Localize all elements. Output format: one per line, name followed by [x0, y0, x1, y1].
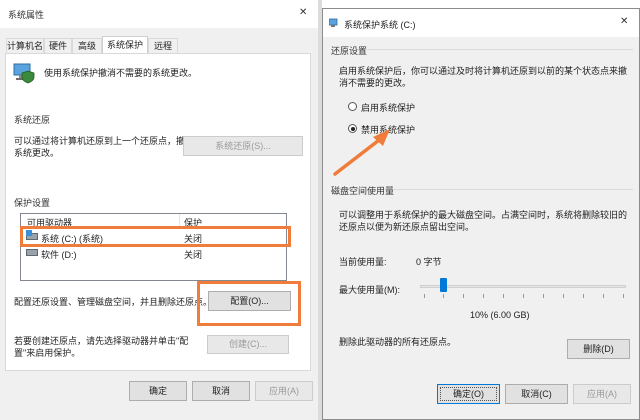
dialog-ok-button[interactable]: 确定(O) [437, 384, 500, 404]
drive-name: 软件 (D:) [41, 250, 77, 260]
apply-button[interactable]: 应用(A) [255, 381, 313, 401]
slider-tick [583, 294, 584, 298]
system-properties-window: 系统属性 ✕ 计算机名 硬件 高级 系统保护 远程 使用系统保护撤消不需要的系统… [0, 0, 318, 420]
slider-tick [623, 294, 624, 298]
annotation-arrow [333, 129, 390, 176]
drive-list: 可用驱动器 保护 系统 (C:) (系统) 关闭 软件 (D:) 关闭 [20, 213, 287, 281]
max-usage-label: 最大使用量(M): [339, 285, 400, 295]
configure-button[interactable]: 配置(O)... [208, 291, 291, 311]
delete-button[interactable]: 删除(D) [567, 339, 630, 359]
slider-thumb[interactable] [440, 278, 447, 292]
system-restore-button[interactable]: 系统还原(S)... [183, 136, 303, 156]
tab-system-protection[interactable]: 系统保护 [102, 36, 148, 54]
drive-icon [26, 249, 38, 256]
disk-usage-divider [393, 189, 633, 190]
ok-button[interactable]: 确定 [129, 381, 187, 401]
slider-tick [463, 294, 464, 298]
drive-row-d[interactable]: 软件 (D:) 关闭 [21, 246, 286, 260]
config-description: 配置还原设置、管理磁盘空间，并且删除还原点。 [14, 297, 213, 307]
slider-readout: 10% (6.00 GB) [470, 310, 530, 320]
current-usage-label: 当前使用量: [339, 257, 387, 267]
max-usage-slider[interactable] [420, 275, 626, 299]
disk-description: 可以调整用于系统保护的最大磁盘空间。占满空间时，系统将删除较旧的还原点以便为新还… [339, 210, 628, 232]
slider-track [420, 285, 626, 288]
tab-computer-name[interactable]: 计算机名 [6, 38, 44, 53]
slider-tick [443, 294, 444, 298]
window-title: 系统属性 [8, 10, 45, 20]
slider-tick [563, 294, 564, 298]
restore-description: 可以通过将计算机还原到上一个还原点，撤消系统更改。 [14, 136, 195, 158]
slider-tick [543, 294, 544, 298]
cancel-button[interactable]: 取消 [192, 381, 250, 401]
highlight-box-drive-c [20, 226, 291, 247]
create-button[interactable]: 创建(C)... [207, 335, 289, 354]
delete-description: 删除此驱动器的所有还原点。 [339, 337, 457, 347]
computer-shield-icon [12, 60, 36, 84]
section-system-restore: 系统还原 [14, 115, 51, 125]
slider-tick [503, 294, 504, 298]
tab-remote[interactable]: 远程 [148, 38, 178, 53]
tab-hardware[interactable]: 硬件 [44, 38, 72, 53]
slider-tick [483, 294, 484, 298]
close-icon[interactable]: ✕ [299, 7, 307, 18]
drive-status: 关闭 [184, 250, 203, 260]
section-protection-settings: 保护设置 [14, 198, 51, 208]
slider-ticks [420, 294, 626, 298]
slider-tick [603, 294, 604, 298]
create-description: 若要创建还原点，请先选择驱动器并单击"配置"来启用保护。 [14, 336, 189, 358]
tab-advanced[interactable]: 高级 [72, 38, 102, 53]
current-usage-value: 0 字节 [416, 257, 442, 267]
dialog-apply-button[interactable]: 应用(A) [573, 384, 631, 404]
section-disk-usage: 磁盘空间使用量 [331, 186, 395, 196]
intro-text: 使用系统保护撤消不需要的系统更改。 [44, 68, 198, 78]
title-bar: 系统属性 ✕ [0, 0, 318, 28]
slider-tick [424, 294, 425, 298]
system-protection-dialog: 系统保护系统 (C:) ✕ 还原设置 启用系统保护后，你可以通过及时将计算机还原… [322, 8, 640, 420]
dialog-cancel-button[interactable]: 取消(C) [505, 384, 568, 404]
slider-tick [523, 294, 524, 298]
